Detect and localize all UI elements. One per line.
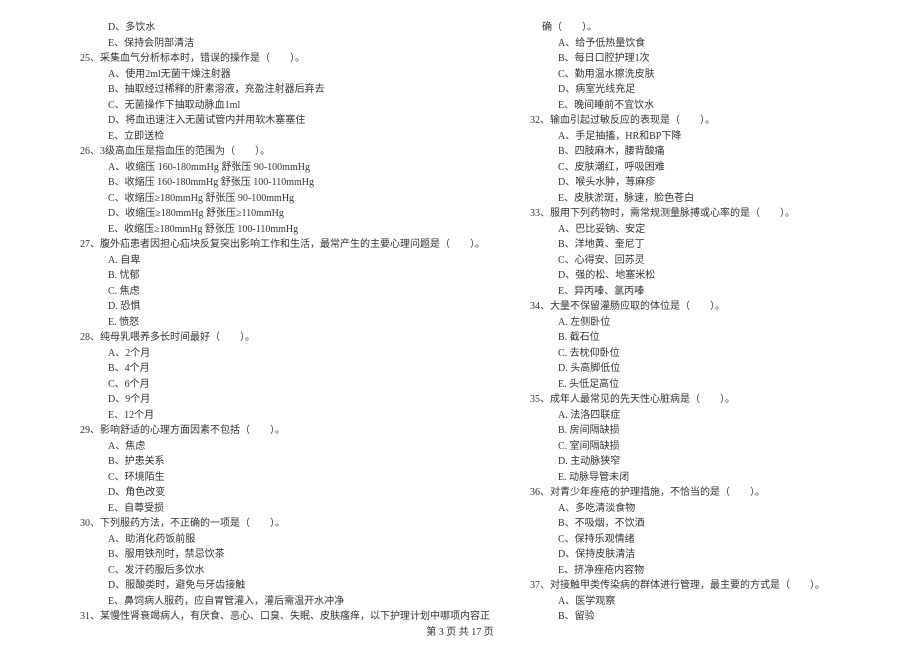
question-stem: 37、对接触甲类传染病的群体进行管理，最主要的方式是（ ）。	[530, 578, 880, 594]
option-text: D. 主动脉狭窄	[530, 454, 880, 470]
option-text: A. 自卑	[80, 253, 490, 269]
option-text: B、护患关系	[80, 454, 490, 470]
option-text: E、挤净痤疮内容物	[530, 563, 880, 579]
option-text: A、2个月	[80, 346, 490, 362]
option-text: A、收缩压 160-180mmHg 舒张压 90-100mmHg	[80, 160, 490, 176]
option-text: D、保持皮肤清洁	[530, 547, 880, 563]
option-text: B、每日口腔护理1次	[530, 51, 880, 67]
option-text: A. 法洛四联症	[530, 408, 880, 424]
option-text: B、4个月	[80, 361, 490, 377]
option-text: C、保持乐观情绪	[530, 532, 880, 548]
question-stem: 25、采集血气分析标本时，错误的操作是（ ）。	[80, 51, 490, 67]
left-column: D、多饮水 E、保持会阴部清洁 25、采集血气分析标本时，错误的操作是（ ）。 …	[80, 20, 490, 625]
option-text: E. 愤怒	[80, 315, 490, 331]
option-text: C、环境陌生	[80, 470, 490, 486]
option-text: E、异丙嗪、氯丙嗪	[530, 284, 880, 300]
option-text: A、使用2ml无菌干燥注射器	[80, 67, 490, 83]
option-text: B、收缩压 160-180mmHg 舒张压 100-110mmHg	[80, 175, 490, 191]
option-text: A、医学观察	[530, 594, 880, 610]
option-text: D、多饮水	[80, 20, 490, 36]
option-text: C、无菌操作下抽取动脉血1ml	[80, 98, 490, 114]
option-text: B. 截石位	[530, 330, 880, 346]
option-text: E、立即送检	[80, 129, 490, 145]
option-text: C、心得安、回苏灵	[530, 253, 880, 269]
option-text: B、不吸烟，不饮酒	[530, 516, 880, 532]
option-text: E、自尊受损	[80, 501, 490, 517]
page-content: D、多饮水 E、保持会阴部清洁 25、采集血气分析标本时，错误的操作是（ ）。 …	[0, 0, 920, 655]
option-text: A、给予低热量饮食	[530, 36, 880, 52]
option-text: A. 左侧卧位	[530, 315, 880, 331]
option-text: C、勤用温水擦洗皮肤	[530, 67, 880, 83]
option-text: A、多吃清淡食物	[530, 501, 880, 517]
option-text: C、发汗药服后多饮水	[80, 563, 490, 579]
option-text: C. 焦虑	[80, 284, 490, 300]
option-text: C. 去枕仰卧位	[530, 346, 880, 362]
question-stem: 32、输血引起过敏反应的表现是（ ）。	[530, 113, 880, 129]
option-text: E. 动脉导管未闭	[530, 470, 880, 486]
option-text: A、巴比妥钠、安定	[530, 222, 880, 238]
option-text: E、鼻饲病人服药，应自胃管灌入，灌后需温开水冲净	[80, 594, 490, 610]
question-stem: 30、下列服药方法，不正确的一项是（ ）。	[80, 516, 490, 532]
option-text: B. 房间隔缺损	[530, 423, 880, 439]
option-text: D、强的松、地塞米松	[530, 268, 880, 284]
option-text: E、收缩压≥180mmHg 舒张压 100-110mmHg	[80, 222, 490, 238]
question-stem: 27、腹外疝患者因担心疝块反复突出影响工作和生活，最常产生的主要心理问题是（ ）…	[80, 237, 490, 253]
option-text: E、保持会阴部清洁	[80, 36, 490, 52]
question-stem: 26、3级高血压是指血压的范围为（ ）。	[80, 144, 490, 160]
question-stem: 29、影响舒适的心理方面因素不包括（ ）。	[80, 423, 490, 439]
option-text: B. 忧郁	[80, 268, 490, 284]
question-stem: 35、成年人最常见的先天性心脏病是（ ）。	[530, 392, 880, 408]
question-stem: 34、大量不保留灌肠应取的体位是（ ）。	[530, 299, 880, 315]
option-text: D、角色改变	[80, 485, 490, 501]
option-text: E. 头低足高位	[530, 377, 880, 393]
option-text: B、抽取经过稀释的肝素溶液，充盈注射器后弃去	[80, 82, 490, 98]
option-text: B、四肢麻木，腰背酸痛	[530, 144, 880, 160]
option-text: A、手足抽搐，HR和BP下降	[530, 129, 880, 145]
option-text: C. 室间隔缺损	[530, 439, 880, 455]
option-text: D、9个月	[80, 392, 490, 408]
option-text: D、收缩压≥180mmHg 舒张压≥110mmHg	[80, 206, 490, 222]
question-stem: 36、对青少年痤疮的护理措施，不恰当的是（ ）。	[530, 485, 880, 501]
question-stem: 33、服用下列药物时，需常规测量脉搏或心率的是（ ）。	[530, 206, 880, 222]
option-text: B、洋地黄、奎尼丁	[530, 237, 880, 253]
option-text: D、将血迅速注入无菌试管内并用软木塞塞住	[80, 113, 490, 129]
option-text: E、晚间睡前不宜饮水	[530, 98, 880, 114]
option-text: A、助消化药饭前服	[80, 532, 490, 548]
option-text: D. 头高脚低位	[530, 361, 880, 377]
option-text: D、喉头水肿，荨麻疹	[530, 175, 880, 191]
option-text: B、服用铁剂时，禁忌饮茶	[80, 547, 490, 563]
option-text: C、收缩压≥180mmHg 舒张压 90-100mmHg	[80, 191, 490, 207]
option-text: D. 恐惧	[80, 299, 490, 315]
option-text: A、焦虑	[80, 439, 490, 455]
option-text: D、服酸类时，避免与牙齿接触	[80, 578, 490, 594]
option-text: E、皮肤淤斑，脉速，脸色苍白	[530, 191, 880, 207]
option-text: D、病室光线充足	[530, 82, 880, 98]
right-column: 确（ ）。 A、给予低热量饮食 B、每日口腔护理1次 C、勤用温水擦洗皮肤 D、…	[530, 20, 880, 625]
page-footer: 第 3 页 共 17 页	[0, 623, 920, 638]
option-text: C、皮肤潮红，呼吸困难	[530, 160, 880, 176]
option-text: E、12个月	[80, 408, 490, 424]
question-continuation: 确（ ）。	[530, 20, 880, 36]
question-stem: 28、纯母乳喂养多长时间最好（ ）。	[80, 330, 490, 346]
option-text: C、6个月	[80, 377, 490, 393]
